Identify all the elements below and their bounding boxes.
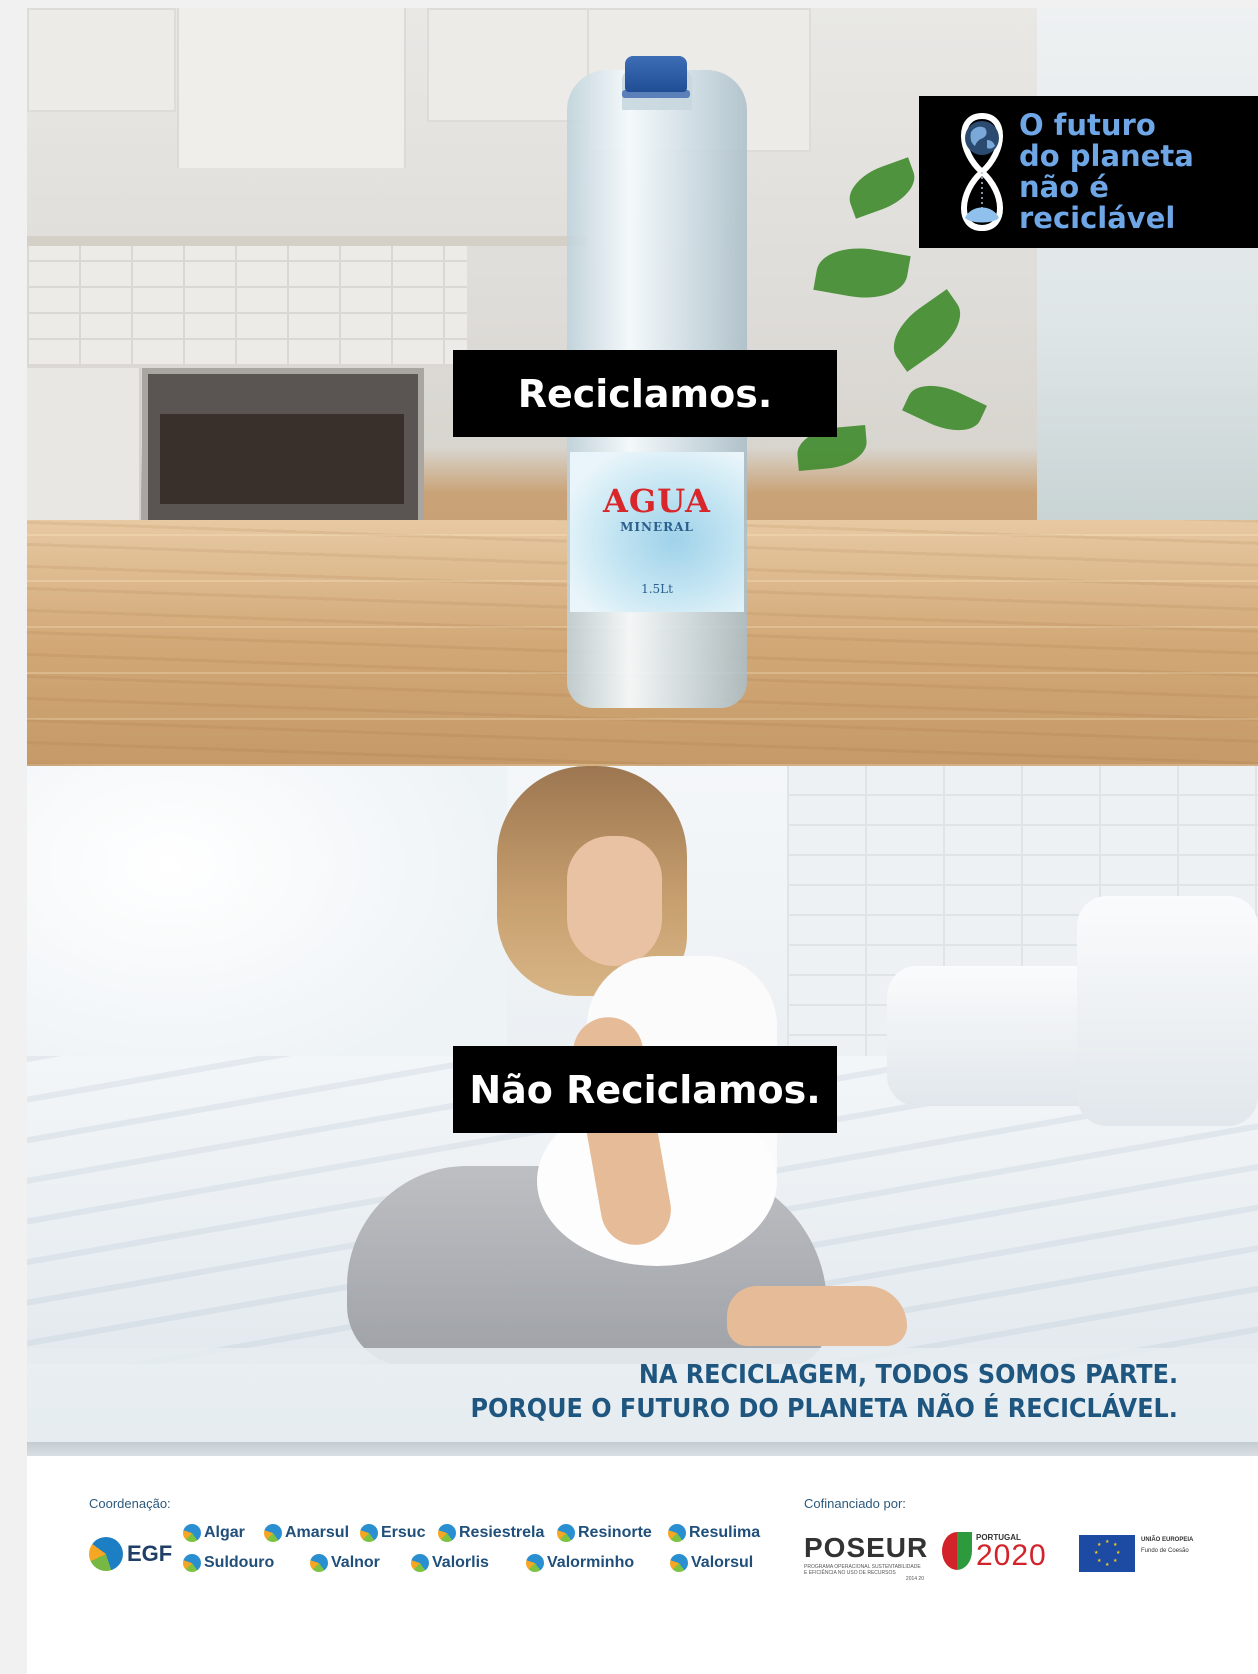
range-hood — [177, 8, 406, 168]
logo-text: O futuro do planeta não é reciclável — [1019, 110, 1194, 234]
plant-leaf — [902, 374, 987, 442]
bottle-type: MINERAL — [620, 520, 694, 534]
poseur-logo: POSEUR PROGRAMA OPERACIONAL SUSTENTABILI… — [804, 1532, 928, 1582]
eu-logo: ★ ★ ★ ★ ★ ★ ★ ★ UNIÃO EUROPEIA Fundo de Coesã… — [1079, 1535, 1193, 1572]
eu-fund: Fundo de Coesão — [1141, 1548, 1189, 1554]
kitchen-shelf — [27, 236, 587, 246]
bottle-label: AGUA MINERAL 1.5Lt — [570, 452, 744, 612]
swirl-icon — [183, 1524, 201, 1542]
partner-logo: Resiestrela — [438, 1524, 544, 1542]
partner-name: Valorlis — [432, 1554, 489, 1571]
oven — [142, 368, 424, 535]
bright-window — [27, 766, 507, 1096]
partner-logo: Valnor — [310, 1554, 380, 1572]
poseur-subtitle: PROGRAMA OPERACIONAL SUSTENTABILIDADE E … — [804, 1564, 921, 1576]
partner-logo: Resinorte — [557, 1524, 652, 1542]
portugal-2020-mark-icon — [942, 1532, 972, 1570]
bottle-brand: AGUA — [603, 482, 711, 520]
partner-name: Resiestrela — [459, 1524, 545, 1541]
egf-swirl-icon — [89, 1537, 123, 1571]
partner-logo: Valorlis — [411, 1554, 489, 1572]
partner-logo: Suldouro — [183, 1554, 274, 1572]
partner-logo: Resulima — [668, 1524, 760, 1542]
campaign-logo: O futuro do planeta não é reciclável — [919, 96, 1258, 248]
partner-name: Valnor — [331, 1554, 380, 1571]
misty-window — [1037, 8, 1258, 528]
eu-flag-icon: ★ ★ ★ ★ ★ ★ ★ ★ — [1079, 1535, 1135, 1572]
woman-foot — [727, 1286, 907, 1346]
poseur-years: 2014 20 — [905, 1576, 924, 1582]
plant-leaf — [842, 157, 922, 219]
swirl-icon — [668, 1524, 686, 1542]
portugal-year: 2020 — [976, 1539, 1047, 1572]
portugal-2020-logo: PORTUGAL 2020 — [942, 1532, 1047, 1572]
pillow — [1077, 896, 1258, 1126]
eu-title: UNIÃO EUROPEIA — [1141, 1537, 1194, 1543]
partner-logo: Algar — [183, 1524, 245, 1542]
swirl-icon — [557, 1524, 575, 1542]
swirl-icon — [670, 1554, 688, 1572]
logo-line: reciclável — [1019, 201, 1176, 235]
partner-name: Valorminho — [547, 1554, 635, 1571]
partner-name: Algar — [204, 1524, 245, 1541]
swirl-icon — [310, 1554, 328, 1572]
plant-leaf — [881, 289, 973, 372]
cofinance-label: Cofinanciado por: — [804, 1496, 906, 1511]
partner-name: Resulima — [689, 1524, 761, 1541]
top-tagline: Reciclamos. — [453, 350, 837, 437]
partner-logo: Valorsul — [670, 1554, 753, 1572]
band-divider — [27, 1442, 1258, 1456]
woman-face — [567, 836, 662, 966]
egf-logo: EGF — [89, 1537, 172, 1571]
slogan-line-2: PORQUE O FUTURO DO PLANETA NÃO É RECICLÁ… — [470, 1394, 1178, 1424]
partner-name: Resinorte — [578, 1524, 652, 1541]
campaign-poster: AGUA MINERAL 1.5Lt O futuro do planeta n… — [27, 8, 1258, 1674]
kitchen-drawers — [27, 368, 141, 523]
logo-line: O futuro — [1019, 108, 1156, 142]
partner-logo: Valorminho — [526, 1554, 634, 1572]
hourglass-globe-icon — [961, 112, 1003, 232]
egf-name: EGF — [127, 1541, 173, 1566]
logo-line: do planeta — [1019, 139, 1194, 173]
bottle-cap — [625, 56, 687, 92]
coordination-label: Coordenação: — [89, 1496, 171, 1511]
bottom-tagline: Não Reciclamos. — [453, 1046, 837, 1133]
poseur-name: POSEUR — [804, 1532, 929, 1563]
tiled-wall — [27, 246, 467, 366]
swirl-icon — [360, 1524, 378, 1542]
swirl-icon — [526, 1554, 544, 1572]
logo-line: não é — [1019, 170, 1109, 204]
partner-name: Ersuc — [381, 1524, 426, 1541]
partner-logo: Ersuc — [360, 1524, 425, 1542]
partner-name: Amarsul — [285, 1524, 350, 1541]
partner-name: Valorsul — [691, 1554, 754, 1571]
swirl-icon — [183, 1554, 201, 1572]
swirl-icon — [438, 1524, 456, 1542]
slogan-line-1: NA RECICLAGEM, TODOS SOMOS PARTE. — [638, 1360, 1178, 1390]
kitchen-cabinet — [27, 8, 176, 112]
partner-name: Suldouro — [204, 1554, 275, 1571]
partner-logo: Amarsul — [264, 1524, 349, 1542]
plant-leaf — [813, 240, 911, 306]
swirl-icon — [411, 1554, 429, 1572]
bottle-volume: 1.5Lt — [641, 582, 673, 596]
swirl-icon — [264, 1524, 282, 1542]
